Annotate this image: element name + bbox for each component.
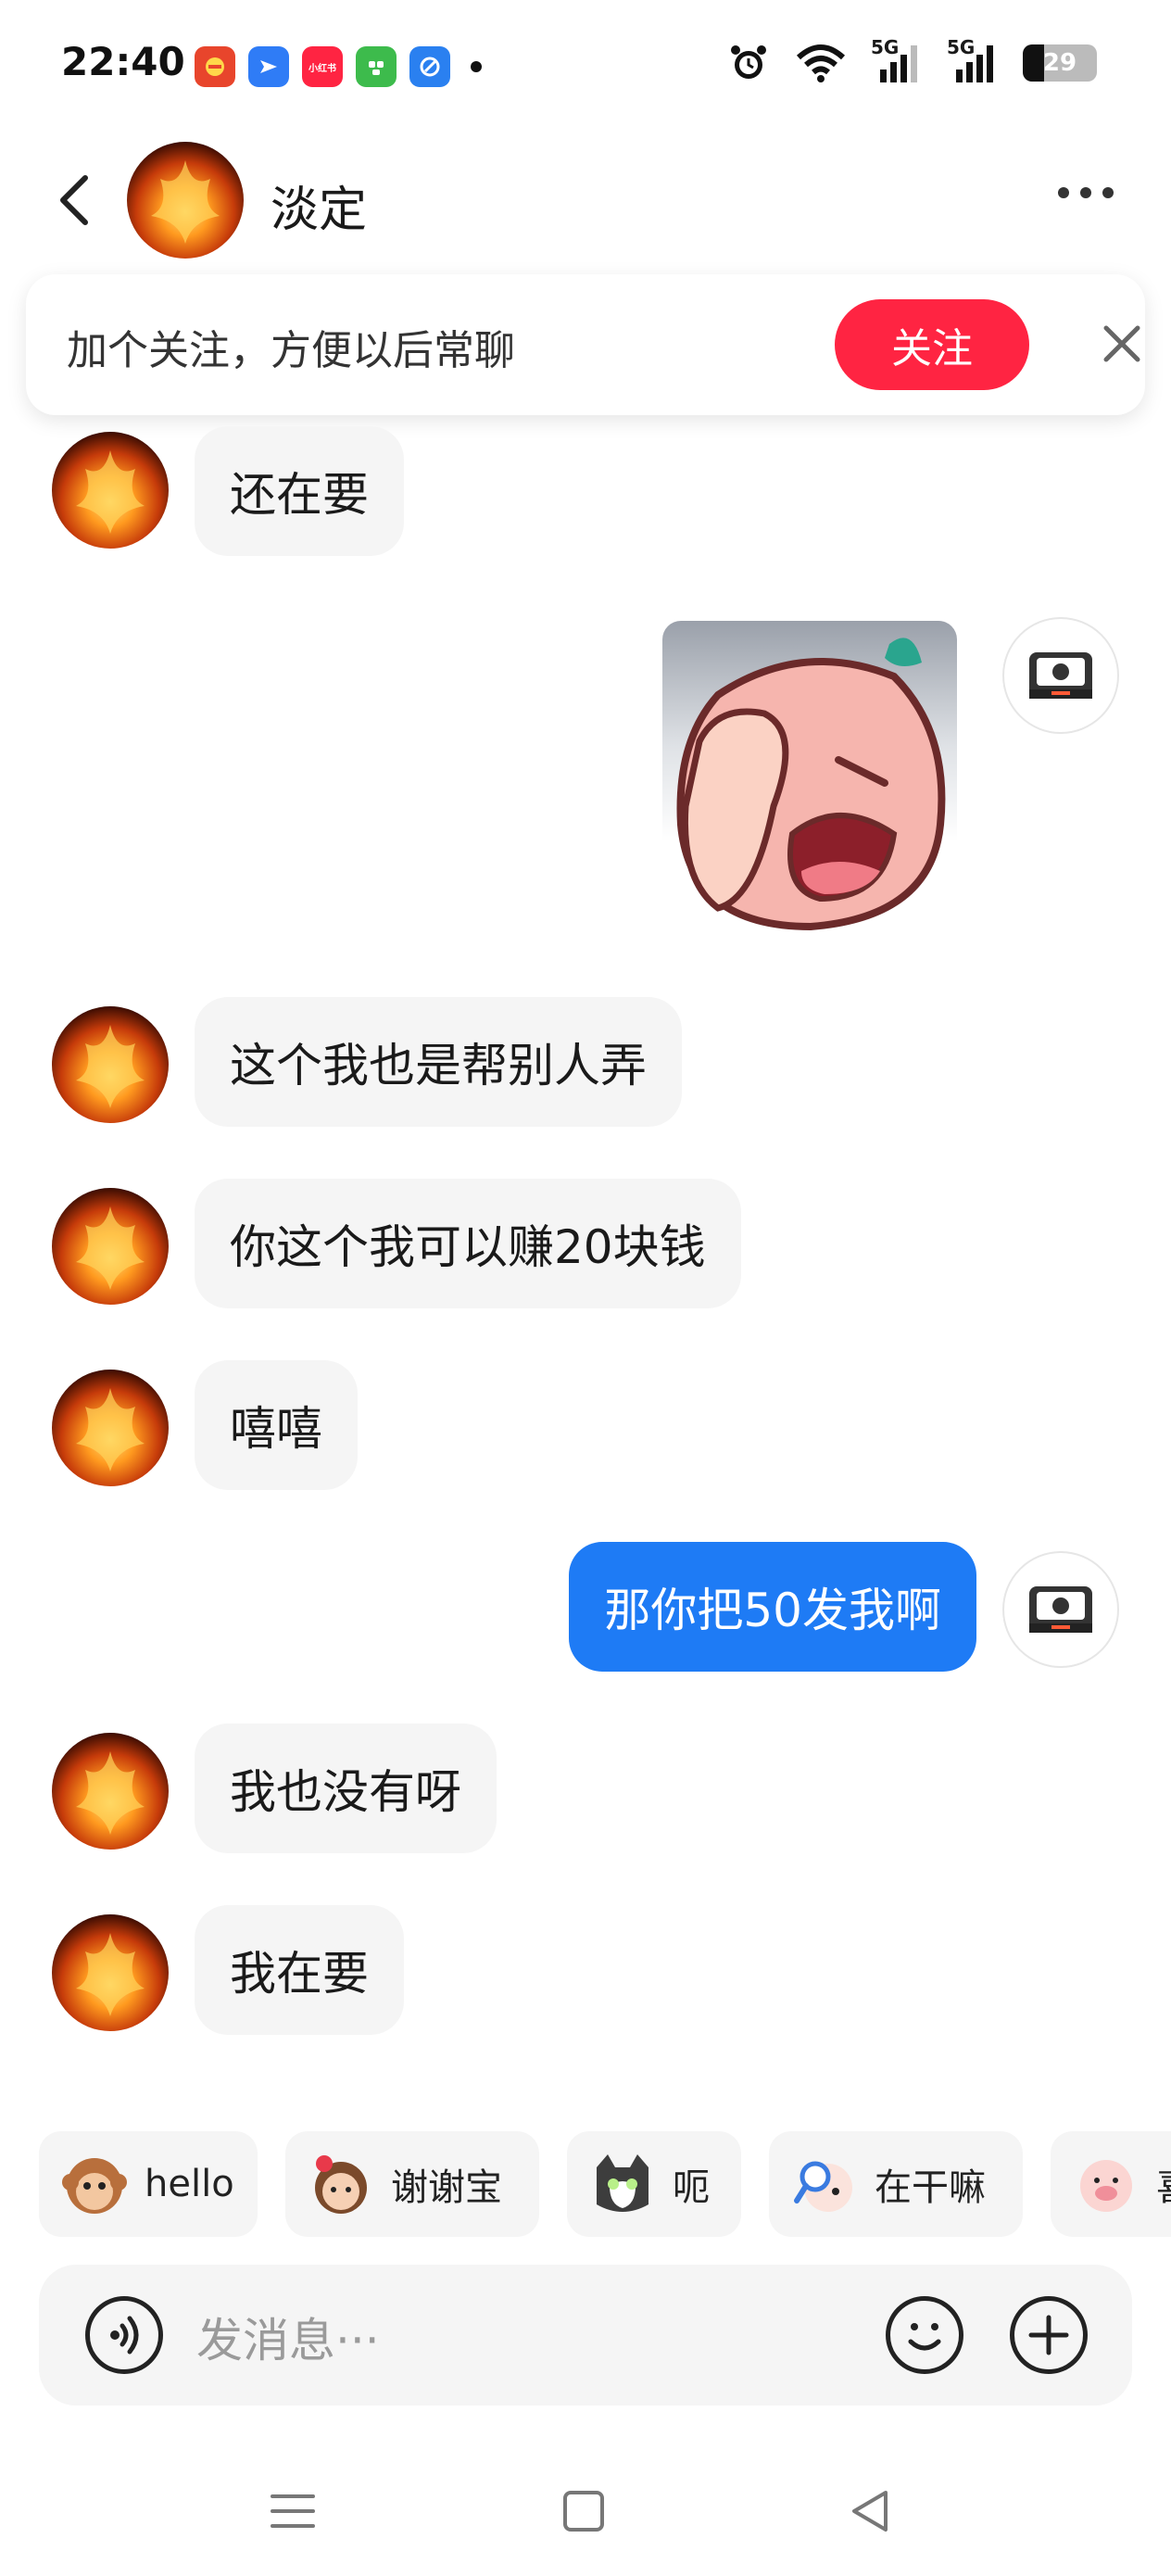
fire-avatar-image	[52, 1370, 169, 1486]
signal-bars-icon	[880, 45, 917, 82]
signal-bars-icon	[956, 45, 993, 82]
waimai-app-icon	[195, 46, 235, 87]
signal-5g-1: 5G	[871, 36, 923, 84]
fire-avatar-image	[127, 142, 244, 259]
more-dot	[1080, 187, 1091, 198]
status-indicators: 5G 5G 29	[726, 36, 1097, 85]
follow-banner: 加个关注，方便以后常聊 关注	[26, 274, 1145, 415]
more-options-button[interactable]	[1058, 187, 1114, 198]
feishu-app-icon	[248, 46, 289, 87]
voice-icon	[110, 2316, 139, 2355]
incoming-message[interactable]: 你这个我可以赚20块钱	[195, 1179, 741, 1308]
green-app-icon	[356, 46, 397, 87]
home-square-icon	[563, 2491, 604, 2532]
incoming-message[interactable]: 嘻嘻	[195, 1360, 358, 1490]
quick-reply-label: hello	[145, 2163, 234, 2205]
cat-emoji-icon	[597, 2154, 648, 2212]
system-nav-bar	[0, 2446, 1171, 2576]
incoming-message[interactable]: 我也没有呀	[195, 1724, 497, 1853]
nav-back-button[interactable]	[843, 2483, 899, 2539]
incoming-message[interactable]: 还在要	[195, 426, 404, 556]
smiley-icon	[908, 2323, 941, 2351]
quick-reply-chip[interactable]: 谢谢宝	[285, 2131, 539, 2237]
menu-icon	[271, 2494, 315, 2528]
contact-avatar[interactable]	[127, 142, 244, 259]
alarm-icon	[731, 45, 766, 79]
follow-button[interactable]: 关注	[835, 299, 1029, 390]
incoming-message[interactable]: 这个我也是帮别人弄	[195, 997, 682, 1127]
fire-avatar-image	[52, 432, 169, 549]
my-avatar[interactable]	[1002, 617, 1119, 734]
battery-level: 29	[1042, 49, 1077, 77]
plus-icon	[1028, 2315, 1069, 2355]
browser-app-icon	[409, 46, 450, 87]
battery-indicator: 29	[1023, 44, 1097, 82]
message-input-bar: 发消息···	[39, 2265, 1132, 2406]
my-avatar[interactable]	[1002, 1551, 1119, 1668]
sender-avatar[interactable]	[52, 1370, 169, 1486]
camera-icon	[1029, 1586, 1092, 1633]
chevron-left-icon	[60, 175, 88, 225]
pig-emoji-icon	[1080, 2160, 1132, 2212]
message-input[interactable]: 发消息···	[196, 2304, 380, 2370]
quick-reply-label: 喜	[1156, 2157, 1171, 2211]
sender-avatar[interactable]	[52, 1006, 169, 1123]
facepalm-yawn-sticker[interactable]	[662, 621, 957, 936]
fire-avatar-image	[52, 1006, 169, 1123]
quick-reply-label: 呃	[673, 2166, 710, 2209]
back-button[interactable]	[52, 172, 98, 228]
contact-name[interactable]: 淡定	[271, 170, 367, 240]
battery-fill	[1023, 44, 1045, 82]
status-bar: 22:40 小红书 5G 5G 29	[0, 0, 1171, 130]
close-banner-button[interactable]	[1099, 321, 1145, 367]
fire-avatar-image	[52, 1914, 169, 2031]
wifi-icon	[796, 44, 846, 82]
signal-5g-2: 5G	[947, 36, 999, 84]
sender-avatar[interactable]	[52, 1733, 169, 1850]
voice-input-button[interactable]	[85, 2296, 163, 2374]
quick-reply-label: 在干嘛	[875, 2166, 986, 2209]
xiaohongshu-app-icon: 小红书	[302, 46, 343, 87]
chat-header: 淡定	[0, 130, 1171, 269]
girl-flower-emoji-icon	[315, 2155, 367, 2214]
more-notifications-dot	[471, 61, 482, 72]
monkey-emoji-icon	[62, 2158, 127, 2214]
fire-avatar-image	[52, 1188, 169, 1305]
quick-reply-chip[interactable]: 在干嘛	[769, 2131, 1023, 2237]
fire-avatar-image	[52, 1733, 169, 1850]
follow-prompt-text: 加个关注，方便以后常聊	[67, 327, 515, 374]
triangle-back-icon	[852, 2491, 888, 2532]
sender-avatar[interactable]	[52, 1914, 169, 2031]
quick-reply-bar: hello 谢谢宝 呃 在干嘛 喜	[39, 2131, 1171, 2239]
magnifier-emoji-icon	[794, 2161, 852, 2212]
more-dot	[1102, 187, 1114, 198]
quick-reply-chip[interactable]: 喜	[1051, 2131, 1171, 2237]
sender-avatar[interactable]	[52, 432, 169, 549]
outgoing-message[interactable]: 那你把50发我啊	[569, 1542, 976, 1672]
close-icon	[1103, 325, 1140, 362]
nav-home-button[interactable]	[556, 2483, 611, 2539]
xiaohongshu-app-label: 小红书	[308, 63, 336, 74]
more-dot	[1058, 187, 1069, 198]
camera-icon	[1029, 652, 1092, 699]
status-time: 22:40	[61, 39, 185, 84]
more-actions-button[interactable]	[1010, 2296, 1088, 2374]
emoji-button[interactable]	[886, 2296, 963, 2374]
incoming-message[interactable]: 我在要	[195, 1905, 404, 2035]
notification-icons: 小红书	[195, 46, 482, 87]
quick-reply-chip[interactable]: 呃	[567, 2131, 741, 2237]
sender-avatar[interactable]	[52, 1188, 169, 1305]
nav-menu-button[interactable]	[265, 2483, 321, 2539]
quick-reply-label: 谢谢宝	[391, 2166, 502, 2209]
quick-reply-chip[interactable]: hello	[39, 2131, 258, 2237]
